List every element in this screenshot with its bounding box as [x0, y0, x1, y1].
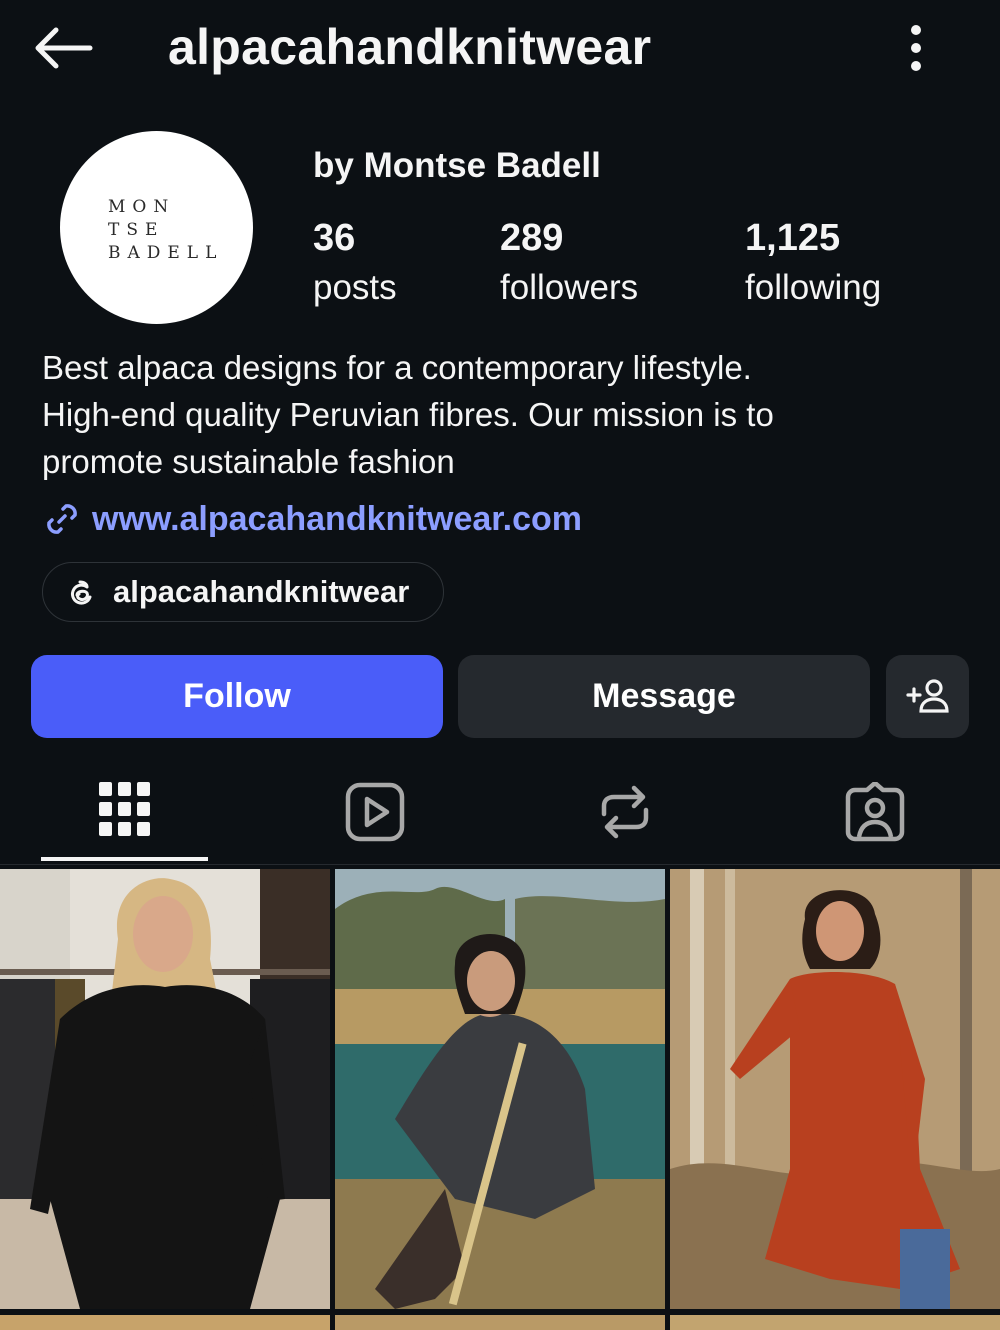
reels-icon	[345, 782, 405, 842]
avatar-logo-line: TSE	[108, 220, 165, 240]
website-link-text: www.alpacahandknitwear.com	[92, 499, 583, 538]
post-thumbnail-partial[interactable]	[0, 1315, 330, 1330]
post-thumbnail[interactable]	[670, 869, 1000, 1309]
active-tab-indicator	[41, 857, 208, 861]
display-name: by Montse Badell	[313, 146, 601, 185]
website-link[interactable]: www.alpacahandknitwear.com	[42, 496, 582, 542]
stat-followers-label: followers	[500, 268, 639, 307]
threads-icon	[71, 580, 92, 605]
avatar-logo-line: BADELL	[108, 243, 224, 263]
threads-handle: alpacahandknitwear	[113, 574, 410, 609]
post-thumbnail-partial[interactable]	[670, 1315, 1000, 1330]
add-user-button[interactable]	[886, 655, 969, 738]
add-user-icon	[905, 678, 949, 713]
bio-line: High-end quality Peruvian fibres. Our mi…	[42, 396, 774, 433]
tagged-icon	[845, 782, 905, 842]
top-bar: alpacahandknitwear	[0, 0, 1000, 100]
post-thumbnail-partial[interactable]	[335, 1315, 665, 1330]
profile-username-title: alpacahandknitwear	[168, 19, 652, 75]
more-vertical-icon[interactable]	[896, 22, 936, 74]
stat-following-count: 1,125	[745, 217, 841, 259]
stat-followers-count: 289	[500, 217, 564, 259]
stat-posts[interactable]: 36 posts	[313, 216, 397, 312]
stat-posts-label: posts	[313, 268, 397, 307]
reposts-icon	[601, 785, 649, 839]
avatar-logo: MON TSE BADELL	[108, 196, 223, 265]
avatar-logo-line: MON	[108, 197, 176, 217]
threads-badge[interactable]: alpacahandknitwear	[42, 562, 444, 622]
posts-grid	[0, 869, 1000, 1330]
bio-line: promote sustainable fashion	[42, 443, 455, 480]
stat-following[interactable]: 1,125 following	[745, 216, 881, 312]
bio: Best alpaca designs for a contemporary l…	[42, 344, 962, 485]
tab-reposts[interactable]	[500, 760, 750, 864]
arrow-left-icon[interactable]	[30, 22, 94, 74]
profile-tabs	[0, 760, 1000, 865]
post-thumbnail[interactable]	[335, 869, 665, 1309]
stat-following-label: following	[745, 268, 882, 307]
stat-posts-count: 36	[313, 217, 356, 259]
message-button[interactable]: Message	[458, 655, 870, 738]
grid-icon	[99, 782, 150, 836]
tab-posts-grid[interactable]	[0, 760, 250, 864]
stat-followers[interactable]: 289 followers	[500, 216, 638, 312]
bio-line: Best alpaca designs for a contemporary l…	[42, 349, 752, 386]
post-image	[670, 869, 1000, 1309]
avatar[interactable]: MON TSE BADELL	[60, 131, 253, 324]
link-icon	[47, 504, 77, 534]
post-image	[335, 869, 665, 1309]
follow-button[interactable]: Follow	[31, 655, 443, 738]
post-image	[0, 869, 330, 1309]
post-thumbnail[interactable]	[0, 869, 330, 1309]
tab-reels[interactable]	[250, 760, 500, 864]
tab-tagged[interactable]	[750, 760, 1000, 864]
